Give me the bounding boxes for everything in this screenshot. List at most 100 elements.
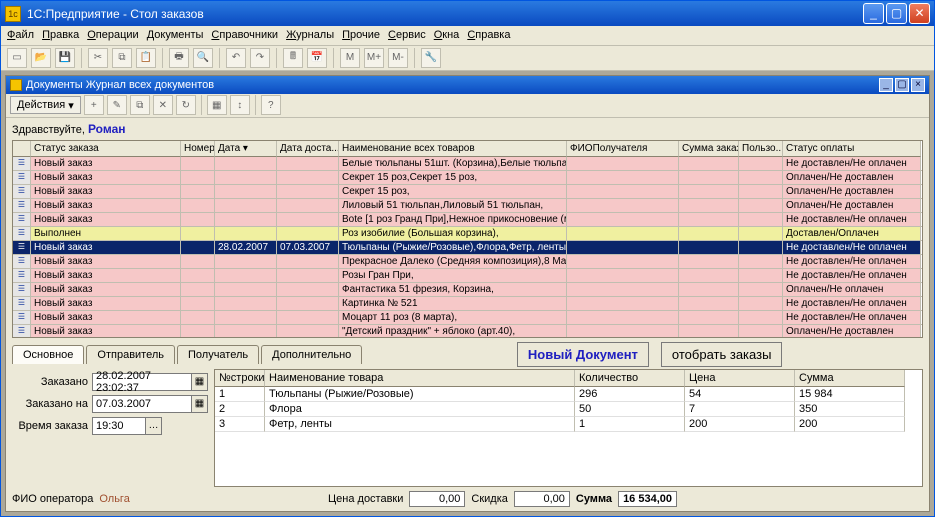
- m-plus-icon[interactable]: M+: [364, 48, 384, 68]
- m-minus-icon[interactable]: M-: [388, 48, 408, 68]
- filter-icon[interactable]: ▦: [207, 95, 227, 115]
- menu-journals[interactable]: Журналы: [286, 29, 334, 41]
- refresh-icon[interactable]: ↻: [176, 95, 196, 115]
- table-row[interactable]: ☰Новый заказВote [1 роз Гранд При],Нежно…: [13, 213, 922, 227]
- new-document-button[interactable]: Новый Документ: [517, 342, 649, 367]
- ordered-for-input[interactable]: 07.03.2007: [92, 395, 192, 413]
- edit-icon[interactable]: ✎: [107, 95, 127, 115]
- order-time-dropdown-icon[interactable]: …: [146, 417, 162, 435]
- tab-main[interactable]: Основное: [12, 345, 84, 364]
- main-toolbar: ▭ 📂 💾 ✂ ⧉ 📋 🖶 🔍 ↶ ↷ 🖩 📅 M M+ M- 🔧: [1, 46, 934, 71]
- orders-grid[interactable]: Статус заказа Номер Дата ▾ Дата доста...…: [12, 140, 923, 338]
- filter-orders-button[interactable]: отобрать заказы: [661, 342, 783, 367]
- col-marker[interactable]: [13, 141, 31, 157]
- ordered-input[interactable]: 28.02.2007 23:02:37: [92, 373, 192, 391]
- tools-icon[interactable]: 🔧: [421, 48, 441, 68]
- minimize-button[interactable]: _: [863, 3, 884, 24]
- dcol-sum[interactable]: Сумма: [795, 370, 905, 387]
- cut-icon[interactable]: ✂: [88, 48, 108, 68]
- tab-sender[interactable]: Отправитель: [86, 345, 175, 364]
- help-icon[interactable]: ?: [261, 95, 281, 115]
- col-delivery-date[interactable]: Дата доста...: [277, 141, 339, 157]
- inner-maximize-button[interactable]: ▢: [895, 78, 909, 92]
- table-row[interactable]: ☰Новый заказФантастика 51 фрезия, Корзин…: [13, 283, 922, 297]
- col-sum[interactable]: Сумма заказ...: [679, 141, 739, 157]
- col-date[interactable]: Дата ▾: [215, 141, 277, 157]
- delivery-value[interactable]: 0,00: [409, 491, 465, 507]
- menubar: Файл Правка Операции Документы Справочни…: [1, 26, 934, 45]
- menu-operations[interactable]: Операции: [87, 29, 138, 41]
- inner-minimize-button[interactable]: _: [879, 78, 893, 92]
- table-row[interactable]: ☰Новый заказБелые тюльпаны 51шт. (Корзин…: [13, 157, 922, 171]
- grid-header: Статус заказа Номер Дата ▾ Дата доста...…: [13, 141, 922, 157]
- dcol-price[interactable]: Цена: [685, 370, 795, 387]
- open-icon[interactable]: 📂: [31, 48, 51, 68]
- add-icon[interactable]: +: [84, 95, 104, 115]
- list-item[interactable]: 3Фетр, ленты1200200: [215, 417, 922, 432]
- inner-close-button[interactable]: ×: [911, 78, 925, 92]
- save-icon[interactable]: 💾: [55, 48, 75, 68]
- order-time-label: Время заказа: [12, 420, 92, 432]
- table-row[interactable]: ☰Новый заказМоцарт 11 роз (8 марта),Не д…: [13, 311, 922, 325]
- table-row[interactable]: ☰Новый заказЛиловый 51 тюльпан,Лиловый 5…: [13, 199, 922, 213]
- col-goods[interactable]: Наименование всех товаров: [339, 141, 567, 157]
- col-status[interactable]: Статус заказа: [31, 141, 181, 157]
- col-number[interactable]: Номер: [181, 141, 215, 157]
- table-row[interactable]: ☰Новый заказСекрет 15 роз,Секрет 15 роз,…: [13, 171, 922, 185]
- greeting: Здравствуйте, Роман: [6, 118, 929, 140]
- new-icon[interactable]: ▭: [7, 48, 27, 68]
- detail-grid[interactable]: №строки Наименование товара Количество Ц…: [214, 369, 923, 487]
- search-icon[interactable]: 🔍: [193, 48, 213, 68]
- menu-service[interactable]: Сервис: [388, 29, 426, 41]
- copy-icon[interactable]: ⧉: [112, 48, 132, 68]
- delete-icon[interactable]: ✕: [153, 95, 173, 115]
- doc-icon: [10, 79, 22, 91]
- table-row[interactable]: ☰Новый заказ"Детский праздник" + яблоко …: [13, 325, 922, 337]
- menu-help[interactable]: Справка: [467, 29, 510, 41]
- undo-icon[interactable]: ↶: [226, 48, 246, 68]
- print-icon[interactable]: 🖶: [169, 48, 189, 68]
- dcol-n[interactable]: №строки: [215, 370, 265, 387]
- table-row[interactable]: ☰Новый заказКартинка № 521Не доставлен/Н…: [13, 297, 922, 311]
- table-row[interactable]: ☰ВыполненРоз изобилие (Большая корзина),…: [13, 227, 922, 241]
- inner-toolbar: Действия ▾ + ✎ ⧉ ✕ ↻ ▦ ↕ ?: [6, 94, 929, 118]
- discount-value[interactable]: 0,00: [514, 491, 570, 507]
- detail-body[interactable]: 1Тюльпаны (Рыжие/Розовые)2965415 9842Фло…: [215, 387, 922, 432]
- m-icon[interactable]: M: [340, 48, 360, 68]
- maximize-button[interactable]: ▢: [886, 3, 907, 24]
- ordered-label: Заказано: [12, 376, 92, 388]
- close-button[interactable]: ✕: [909, 3, 930, 24]
- list-item[interactable]: 2Флора507350: [215, 402, 922, 417]
- menu-documents[interactable]: Документы: [147, 29, 204, 41]
- table-row[interactable]: ☰Новый заказРозы Гран При,Не доставлен/Н…: [13, 269, 922, 283]
- grid-body[interactable]: ☰Новый заказБелые тюльпаны 51шт. (Корзин…: [13, 157, 922, 337]
- list-item[interactable]: 1Тюльпаны (Рыжие/Розовые)2965415 984: [215, 387, 922, 402]
- menu-file[interactable]: Файл: [7, 29, 34, 41]
- calendar-icon[interactable]: 📅: [307, 48, 327, 68]
- dcol-qty[interactable]: Количество: [575, 370, 685, 387]
- table-row[interactable]: ☰Новый заказПрекрасное Далеко (Средняя к…: [13, 255, 922, 269]
- app-window: 1c 1С:Предприятие - Стол заказов _ ▢ ✕ Ф…: [0, 0, 935, 517]
- paste-icon[interactable]: 📋: [136, 48, 156, 68]
- mid-row: Основное Отправитель Получатель Дополнит…: [12, 342, 923, 367]
- dcol-name[interactable]: Наименование товара: [265, 370, 575, 387]
- menu-directories[interactable]: Справочники: [211, 29, 278, 41]
- actions-dropdown[interactable]: Действия ▾: [10, 96, 81, 114]
- copy-row-icon[interactable]: ⧉: [130, 95, 150, 115]
- table-row[interactable]: ☰Новый заказ28.02.200707.03.2007Тюльпаны…: [13, 241, 922, 255]
- ordered-picker-icon[interactable]: ▦: [192, 373, 208, 391]
- ordered-for-picker-icon[interactable]: ▦: [192, 395, 208, 413]
- tab-recipient[interactable]: Получатель: [177, 345, 259, 364]
- menu-windows[interactable]: Окна: [434, 29, 460, 41]
- tab-extra[interactable]: Дополнительно: [261, 345, 362, 364]
- col-recipient[interactable]: ФИОПолучателя: [567, 141, 679, 157]
- redo-icon[interactable]: ↷: [250, 48, 270, 68]
- sort-icon[interactable]: ↕: [230, 95, 250, 115]
- menu-other[interactable]: Прочие: [342, 29, 380, 41]
- order-time-input[interactable]: 19:30: [92, 417, 146, 435]
- col-pay-status[interactable]: Статус оплаты: [783, 141, 921, 157]
- table-row[interactable]: ☰Новый заказСекрет 15 роз,Оплачен/Не дос…: [13, 185, 922, 199]
- col-user[interactable]: Пользо...: [739, 141, 783, 157]
- calc-icon[interactable]: 🖩: [283, 48, 303, 68]
- menu-edit[interactable]: Правка: [42, 29, 79, 41]
